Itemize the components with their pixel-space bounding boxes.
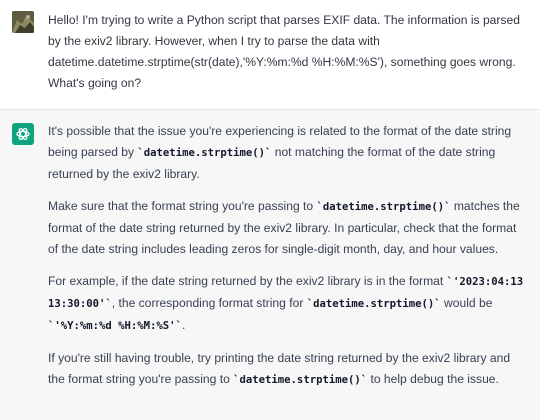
assistant-paragraph-3: For example, if the date string returned… — [48, 271, 526, 337]
paragraph-text: Make sure that the format string you're … — [48, 199, 317, 213]
paragraph-text: , the corresponding format string for — [111, 296, 307, 310]
assistant-message-content: It's possible that the issue you're expe… — [48, 121, 526, 402]
paragraph-text: would be — [440, 296, 493, 310]
assistant-message: It's possible that the issue you're expe… — [0, 110, 540, 420]
user-message: Hello! I'm trying to write a Python scri… — [0, 0, 540, 110]
paragraph-text: . — [181, 318, 186, 332]
user-avatar — [12, 11, 34, 33]
assistant-paragraph-4: If you're still having trouble, try prin… — [48, 348, 526, 391]
inline-code: `datetime.strptime()` — [233, 374, 368, 386]
inline-code: `datetime.strptime()` — [137, 147, 272, 159]
user-message-text: Hello! I'm trying to write a Python scri… — [48, 13, 520, 90]
assistant-paragraph-2: Make sure that the format string you're … — [48, 196, 526, 260]
openai-logo-icon — [12, 123, 34, 145]
paragraph-text: to help debug the issue. — [367, 372, 499, 386]
inline-code: `'%Y:%m:%d %H:%M:%S'` — [48, 320, 182, 332]
paragraph-text: For example, if the date string returned… — [48, 274, 447, 288]
inline-code: `datetime.strptime()` — [316, 201, 451, 213]
assistant-paragraph-1: It's possible that the issue you're expe… — [48, 121, 526, 185]
inline-code: `datetime.strptime()` — [306, 298, 441, 310]
